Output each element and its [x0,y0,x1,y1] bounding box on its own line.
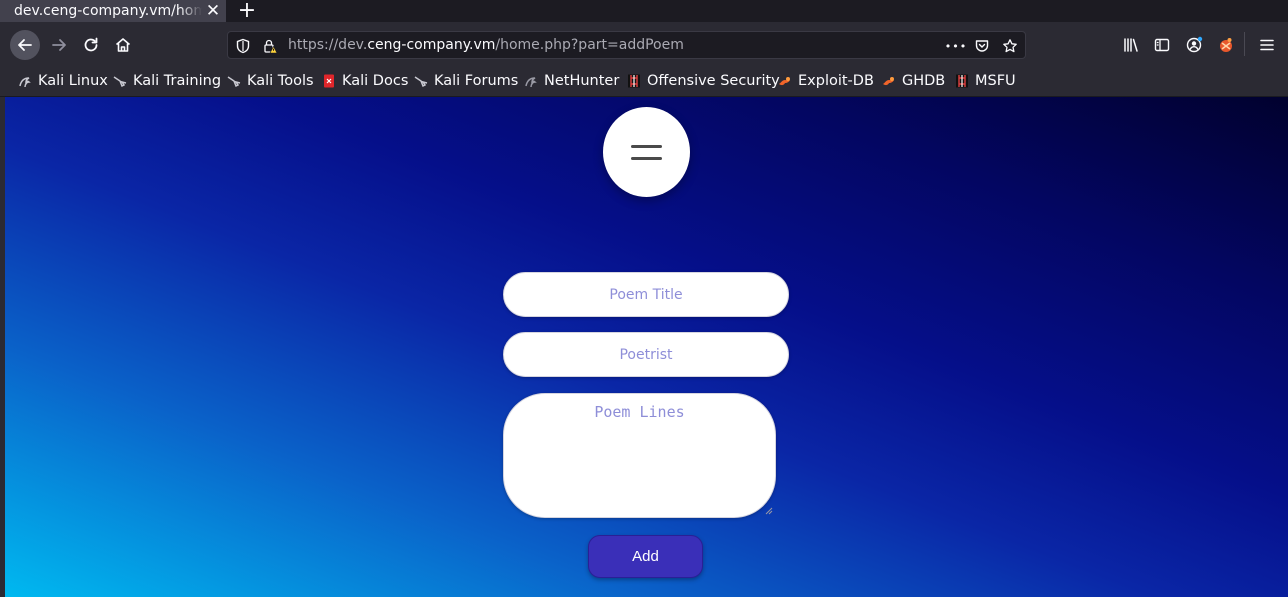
new-tab-icon[interactable]: + [236,0,258,23]
kali-dragon-icon [226,73,242,89]
tab-close-icon[interactable]: ✕ [205,0,221,22]
bookmark-star-icon[interactable] [1001,37,1019,55]
kali-dragon-icon [17,73,33,89]
page-content: Add [5,97,1288,597]
bookmark-label: Kali Docs [342,73,409,89]
url-text[interactable]: https://dev.ceng-company.vm/home.php?par… [288,32,684,58]
bookmark-kali-forums[interactable]: Kali Forums [413,71,518,91]
exploitdb-icon [777,73,793,89]
toolbar-separator [1244,32,1245,56]
app-menu-icon[interactable] [1257,35,1277,55]
poem-lines-textarea[interactable] [503,393,776,518]
url-host: ceng-company.vm [367,37,496,53]
offsec-icon [954,73,970,89]
nethunter-icon [523,73,539,89]
account-icon[interactable] [1184,35,1204,55]
bookmark-label: NetHunter [544,73,620,89]
poetrist-input[interactable] [503,332,789,377]
bookmark-label: Kali Forums [434,73,519,89]
kali-dragon-icon [413,73,429,89]
bookmark-label: Kali Linux [38,73,108,89]
bookmark-offensive-security[interactable]: Offensive Security [626,71,780,91]
navigation-bar: https://dev.ceng-company.vm/home.php?par… [0,22,1288,66]
menu-bar-top [631,144,662,148]
library-icon[interactable] [1121,35,1141,55]
bookmark-exploit-db[interactable]: Exploit-DB [777,71,874,91]
home-icon[interactable] [108,30,138,60]
extension-icon[interactable] [1216,35,1236,55]
menu-bar-bottom [631,156,662,160]
exploitdb-icon [881,73,897,89]
reload-icon[interactable] [76,30,106,60]
page-actions-more-icon[interactable]: ••• [945,37,967,55]
add-poem-button[interactable]: Add [588,535,703,578]
poem-title-input[interactable] [503,272,789,317]
pocket-icon[interactable] [973,37,991,55]
bookmark-msfu[interactable]: MSFU [954,71,1016,91]
bookmark-label: MSFU [975,73,1016,89]
url-scheme: https://dev. [288,37,368,53]
bookmark-kali-tools[interactable]: Kali Tools [226,71,314,91]
insecure-lock-warning-icon[interactable] [261,37,279,55]
tracking-protection-shield-icon[interactable] [234,37,252,55]
bookmark-label: GHDB [902,73,946,89]
url-path: /home.php?part=addPoem [495,37,684,53]
bookmark-kali-training[interactable]: Kali Training [112,71,221,91]
back-icon[interactable] [10,30,40,60]
browser-tab[interactable]: dev.ceng-company.vm/home.php?part=addPoe… [0,0,226,22]
bookmark-label: Offensive Security [647,73,780,89]
bookmark-nethunter[interactable]: NetHunter [523,71,619,91]
kali-dragon-icon [112,73,128,89]
url-bar[interactable]: https://dev.ceng-company.vm/home.php?par… [227,31,1026,59]
hamburger-menu-button[interactable] [603,107,690,197]
tab-title: dev.ceng-company.vm/home.php?part=addPoe… [14,3,202,19]
bookmark-label: Kali Training [133,73,222,89]
bookmarks-toolbar: Kali Linux Kali Training Kali Tools Kali… [0,66,1288,97]
offsec-icon [626,73,642,89]
bookmark-ghdb[interactable]: GHDB [881,71,945,91]
bookmark-label: Exploit-DB [798,73,874,89]
tab-strip: dev.ceng-company.vm/home.php?part=addPoe… [0,0,1288,23]
bookmark-kali-docs[interactable]: Kali Docs [321,71,408,91]
textarea-resize-grip-icon[interactable] [765,507,773,515]
bookmark-kali-linux[interactable]: Kali Linux [17,71,108,91]
forward-icon[interactable] [44,30,74,60]
kali-docs-icon [321,73,337,89]
sidebar-toggle-icon[interactable] [1152,35,1172,55]
bookmark-label: Kali Tools [247,73,314,89]
